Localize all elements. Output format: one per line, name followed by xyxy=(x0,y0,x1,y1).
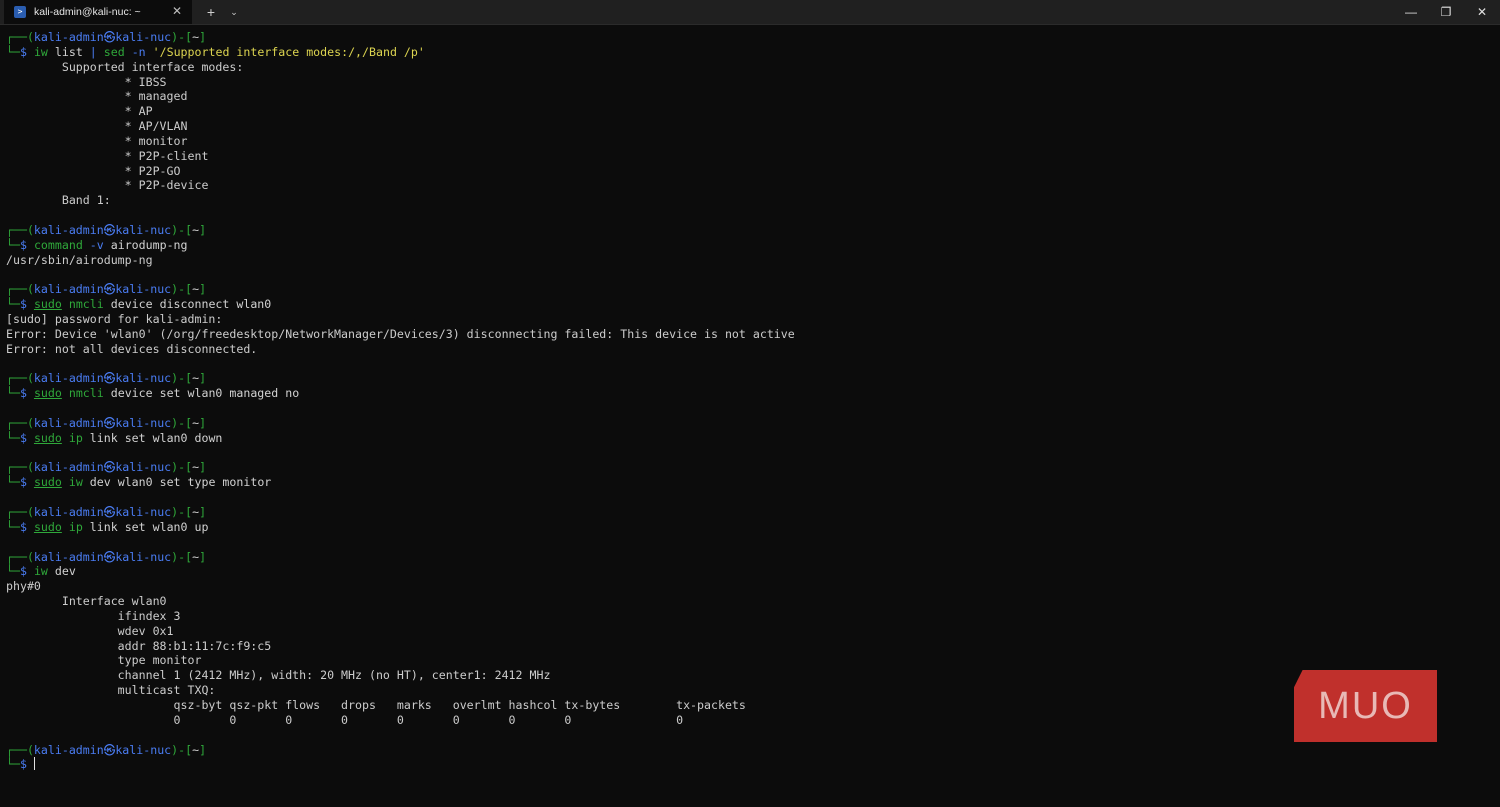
output-line: [sudo] password for kali-admin: xyxy=(6,312,223,327)
output-line: Supported interface modes: xyxy=(6,59,244,74)
prompt-line: ┌──(kali-admin㉿kali-nuc)-[~] xyxy=(6,460,207,475)
prompt-line: ┌──(kali-admin㉿kali-nuc)-[~] xyxy=(6,371,207,386)
terminal-output[interactable]: ┌──(kali-admin㉿kali-nuc)-[~] └─$ iw list… xyxy=(6,30,1486,800)
command-line: └─$ sudo ip link set wlan0 up xyxy=(6,519,209,534)
command-line: └─$ sudo ip link set wlan0 down xyxy=(6,430,223,445)
current-command-line[interactable]: └─$ xyxy=(6,757,1486,772)
output-line: * AP/VLAN xyxy=(6,119,188,134)
output-line: Interface wlan0 xyxy=(6,594,167,609)
terminal-tab[interactable]: > kali-admin@kali-nuc: ~ ✕ xyxy=(4,0,192,24)
tab-close-icon[interactable]: ✕ xyxy=(170,4,184,18)
output-line: Band 1: xyxy=(6,193,111,208)
output-line: * P2P-GO xyxy=(6,163,181,178)
output-line: 0 0 0 0 0 0 0 0 0 xyxy=(6,712,684,727)
tab-dropdown-chevron-icon[interactable]: ⌄ xyxy=(226,4,242,20)
output-line: type monitor xyxy=(6,653,202,668)
output-line: * monitor xyxy=(6,133,188,148)
output-line: Error: not all devices disconnected. xyxy=(6,341,258,356)
minimize-button[interactable]: — xyxy=(1391,0,1431,24)
output-line: Error: Device 'wlan0' (/org/freedesktop/… xyxy=(6,326,795,341)
output-line: * P2P-device xyxy=(6,178,209,193)
output-line: multicast TXQ: xyxy=(6,683,216,698)
output-line: * IBSS xyxy=(6,74,167,89)
command-line: └─$ sudo nmcli device disconnect wlan0 xyxy=(6,297,272,312)
prompt-line: ┌──(kali-admin㉿kali-nuc)-[~] xyxy=(6,222,207,237)
command-line: └─$ iw list | sed -n '/Supported interfa… xyxy=(6,44,425,59)
muo-watermark-logo: MUO xyxy=(1294,670,1437,742)
powershell-icon: > xyxy=(14,6,26,18)
output-line: * P2P-client xyxy=(6,148,209,163)
command-line: └─$ sudo nmcli device set wlan0 managed … xyxy=(6,386,300,401)
output-line: ifindex 3 xyxy=(6,608,181,623)
command-line: └─$ iw dev xyxy=(6,564,76,579)
prompt-line: ┌──(kali-admin㉿kali-nuc)-[~] xyxy=(6,282,207,297)
output-line: * AP xyxy=(6,104,153,119)
output-line: addr 88:b1:11:7c:f9:c5 xyxy=(6,638,272,653)
command-line: └─$ sudo iw dev wlan0 set type monitor xyxy=(6,475,272,490)
prompt-line: ┌──(kali-admin㉿kali-nuc)-[~] xyxy=(6,742,207,757)
prompt-line: ┌──(kali-admin㉿kali-nuc)-[~] xyxy=(6,549,207,564)
output-line: qsz-byt qsz-pkt flows drops marks overlm… xyxy=(6,697,746,712)
prompt-line: ┌──(kali-admin㉿kali-nuc)-[~] xyxy=(6,505,207,519)
maximize-button[interactable]: ❐ xyxy=(1426,0,1466,24)
new-tab-button[interactable]: + xyxy=(203,4,219,20)
output-line: /usr/sbin/airodump-ng xyxy=(6,252,153,267)
close-window-button[interactable]: ✕ xyxy=(1462,0,1500,24)
output-line: phy#0 xyxy=(6,579,41,594)
output-line: channel 1 (2412 MHz), width: 20 MHz (no … xyxy=(6,668,551,683)
text-cursor xyxy=(33,757,35,771)
prompt-line: ┌──(kali-admin㉿kali-nuc)-[~] xyxy=(6,415,207,430)
output-line: wdev 0x1 xyxy=(6,623,174,638)
logo-text: MUO xyxy=(1318,684,1413,727)
title-bar: > kali-admin@kali-nuc: ~ ✕ + ⌄ — ❐ ✕ xyxy=(0,0,1500,25)
output-line: * managed xyxy=(6,89,188,104)
command-line: └─$ command -v airodump-ng xyxy=(6,237,188,252)
prompt-line: ┌──(kali-admin㉿kali-nuc)-[~] xyxy=(6,30,207,44)
tab-title: kali-admin@kali-nuc: ~ xyxy=(34,6,141,18)
